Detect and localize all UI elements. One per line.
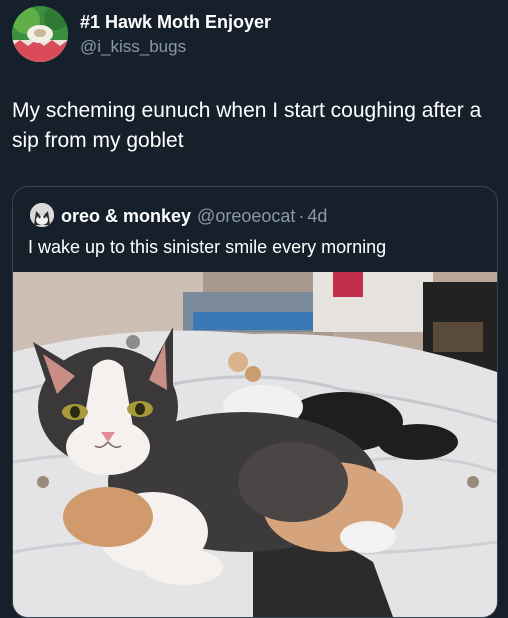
quoted-handle[interactable]: @oreoeocat [197,206,295,226]
avatar-image [12,6,68,62]
dot-separator: · [298,206,305,226]
author-display-name[interactable]: #1 Hawk Moth Enjoyer [80,12,271,33]
author-handle[interactable]: @i_kiss_bugs [80,37,186,57]
quoted-display-name[interactable]: oreo & monkey [61,206,191,226]
quoted-tweet-text: I wake up to this sinister smile every m… [28,237,387,257]
quoted-timestamp[interactable]: 4d [307,206,327,226]
quoted-tweet-photo[interactable] [13,272,497,617]
tweet-text: My scheming eunuch when I start coughing… [12,99,482,152]
quoted-author-avatar[interactable] [30,203,54,227]
author-avatar[interactable] [12,6,68,62]
quoted-tweet-header: oreo & monkey @oreoeocat · 4d [61,204,327,228]
cat-photo [13,272,497,617]
quoted-tweet-card[interactable]: oreo & monkey @oreoeocat · 4d I wake up to … [12,186,498,618]
cat-avatar-icon [30,203,54,227]
